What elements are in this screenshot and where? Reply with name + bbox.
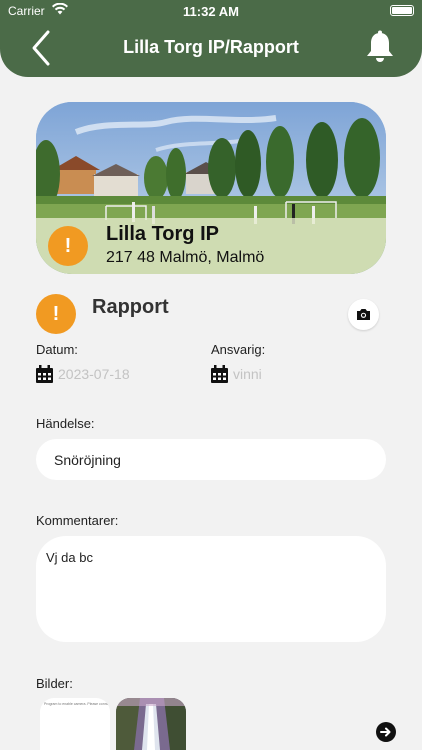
kommentarer-textarea[interactable]: Vj da bc bbox=[36, 536, 386, 642]
status-bar: Carrier 11:32 AM bbox=[0, 0, 422, 22]
bell-icon bbox=[367, 30, 393, 62]
handelse-label: Händelse: bbox=[36, 416, 95, 431]
calendar-icon bbox=[36, 365, 53, 383]
report-title: Rapport bbox=[92, 296, 169, 318]
waterfall-photo bbox=[116, 698, 186, 750]
location-name: Lilla Torg IP bbox=[106, 223, 219, 245]
kommentarer-label: Kommentarer: bbox=[36, 513, 119, 528]
alert-icon: ! bbox=[48, 226, 88, 266]
bilder-label: Bilder: bbox=[36, 676, 73, 691]
handelse-value: Snöröjning bbox=[54, 452, 121, 468]
battery-icon bbox=[390, 5, 414, 16]
datum-label: Datum: bbox=[36, 342, 78, 357]
image-thumbnail[interactable] bbox=[116, 698, 186, 750]
notifications-button[interactable] bbox=[364, 30, 396, 64]
arrow-right-icon bbox=[380, 727, 391, 737]
kommentarer-value: Vj da bc bbox=[46, 550, 93, 565]
datum-picker[interactable]: 2023-07-18 bbox=[36, 365, 130, 383]
image-thumbnail[interactable]: Program to enable camera. Please connect… bbox=[40, 698, 110, 750]
thumbnail-caption: Program to enable camera. Please connect… bbox=[44, 702, 108, 706]
page-title: Lilla Torg IP/Rapport bbox=[123, 37, 299, 57]
clock: 11:32 AM bbox=[183, 4, 239, 19]
report-alert-icon: ! bbox=[36, 294, 76, 334]
ansvarig-label: Ansvarig: bbox=[211, 342, 266, 357]
camera-button[interactable] bbox=[348, 299, 379, 330]
next-image-button[interactable] bbox=[376, 722, 396, 742]
nav-bar: Lilla Torg IP/Rapport bbox=[0, 22, 422, 77]
location-address: 217 48 Malmö, Malmö bbox=[106, 249, 265, 266]
datum-value: 2023-07-18 bbox=[58, 366, 130, 382]
location-card[interactable]: ! Lilla Torg IP 217 48 Malmö, Malmö bbox=[36, 102, 386, 274]
ansvarig-picker[interactable]: vinni bbox=[211, 365, 262, 383]
ansvarig-value: vinni bbox=[233, 366, 262, 382]
calendar-icon bbox=[211, 365, 228, 383]
handelse-field[interactable]: Snöröjning bbox=[36, 439, 386, 480]
camera-icon bbox=[357, 309, 370, 320]
